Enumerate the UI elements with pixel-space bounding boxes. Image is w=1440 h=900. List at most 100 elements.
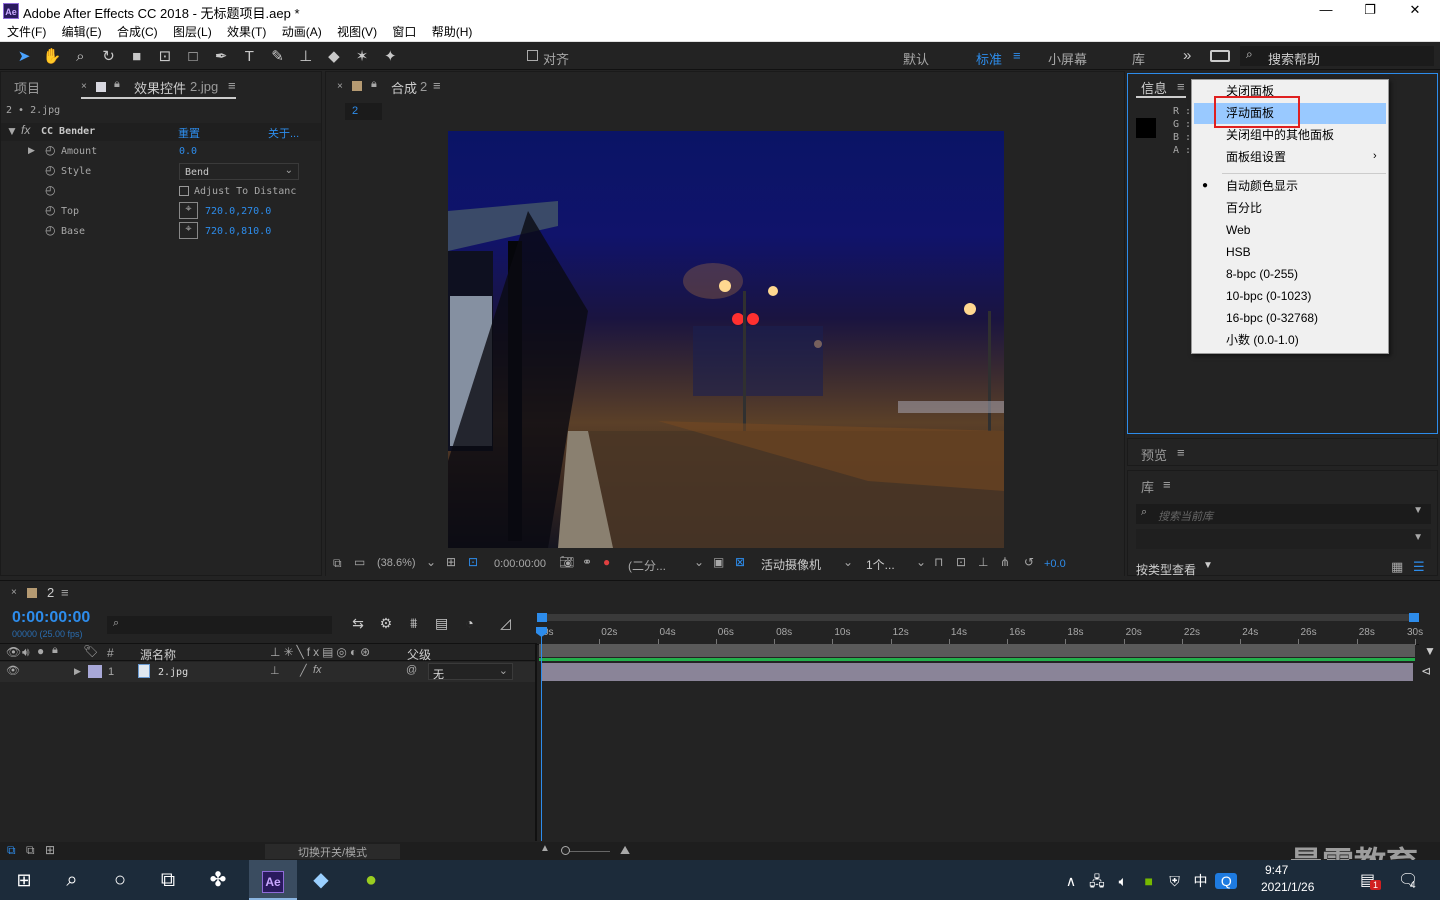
cortana-icon[interactable]: ○ [96, 860, 144, 900]
list-view-icon[interactable]: ☰ [1413, 559, 1425, 575]
workspace-menu-icon[interactable]: ≡ [1013, 48, 1021, 63]
menu-item-percent[interactable]: 百分比 [1194, 198, 1386, 219]
workspace-standard[interactable]: 标准 [976, 49, 1002, 68]
parent-dropdown[interactable]: 无 ⌄ [428, 663, 513, 681]
menu-item-auto-color[interactable]: 自动颜色显示 [1194, 176, 1386, 197]
tab-library[interactable]: 库 [1141, 477, 1154, 496]
navigator-start-handle[interactable] [537, 613, 547, 622]
rotate-tool-icon[interactable]: ↻ [97, 47, 121, 65]
camera-view-dropdown[interactable]: 活动摄像机 [761, 556, 821, 573]
draft-3d-icon[interactable]: ⚙ [374, 615, 398, 632]
volume-icon[interactable]: 🔈︎ [1112, 873, 1134, 890]
stopwatch-icon[interactable]: ◴ [45, 143, 55, 157]
composition-viewer-image[interactable] [448, 131, 1004, 548]
close-tab-icon[interactable]: × [337, 81, 343, 92]
lock-icon[interactable]: 🔒︎ [371, 78, 377, 91]
camera-snapshot-icon[interactable]: 📷︎ [559, 555, 574, 569]
app-icon-blue[interactable]: ◆ [297, 860, 345, 900]
expand-arrow-icon[interactable]: ▶ [74, 666, 81, 677]
transparency-grid-icon[interactable]: ▣ [713, 555, 724, 569]
flowchart-icon[interactable]: ⋔ [1000, 555, 1010, 569]
tab-composition[interactable]: 合成 [391, 78, 417, 97]
views-dropdown[interactable]: 1个... [866, 556, 895, 573]
menu-item-decimal[interactable]: 小数 (0.0-1.0) [1194, 330, 1386, 351]
stopwatch-icon[interactable]: ◴ [45, 163, 55, 177]
pen-tool-icon[interactable]: ✒ [209, 47, 233, 65]
label-icon[interactable]: 🏷︎ [83, 644, 98, 658]
toggle-switches-modes[interactable]: 切换开关/模式 [265, 844, 400, 859]
puppet-pin-tool-icon[interactable]: ✦ [378, 47, 402, 65]
zoom-out-icon[interactable]: ▲ [540, 843, 550, 854]
reset-exposure-icon[interactable]: ↺ [1024, 555, 1034, 569]
time-navigator[interactable] [537, 613, 1419, 622]
fit-icon[interactable]: ⊞ [446, 555, 456, 569]
snapshot-icon[interactable]: ⧉ [333, 556, 342, 571]
menu-item-8bpc[interactable]: 8-bpc (0-255) [1194, 264, 1386, 285]
menu-window[interactable]: 窗口 [392, 25, 416, 39]
menu-edit[interactable]: 编辑(E) [62, 25, 102, 39]
layer-name[interactable]: 2.jpg [158, 667, 188, 678]
fx-switch-icon[interactable]: fx [313, 664, 322, 676]
eye-icon[interactable]: 👁︎ [6, 664, 20, 677]
tab-effect-controls[interactable]: 效果控件 [134, 78, 186, 97]
frame-blending-icon[interactable]: ▤ [430, 615, 454, 632]
resolution-dropdown[interactable]: (二分... [628, 557, 666, 574]
menu-item-10bpc[interactable]: 10-bpc (0-1023) [1194, 286, 1386, 307]
menu-composition[interactable]: 合成(C) [117, 25, 158, 39]
style-dropdown[interactable]: Bend ⌄ [179, 163, 299, 180]
panel-menu-icon[interactable]: ≡ [1177, 445, 1185, 460]
fast-preview-icon[interactable]: ⊠ [735, 555, 745, 569]
clone-stamp-tool-icon[interactable]: ⊥ [294, 47, 318, 65]
brush-tool-icon[interactable]: ✎ [266, 47, 290, 65]
motion-blur-icon[interactable]: ◔ [458, 615, 482, 631]
color-channels-icon[interactable]: ● [603, 555, 610, 569]
grid-view-icon[interactable]: ▦ [1391, 559, 1403, 575]
graph-editor-icon[interactable]: ◿ [485, 615, 525, 632]
col-source-name[interactable]: 源名称 [140, 646, 176, 663]
tab-composition-num[interactable]: 2 [420, 79, 427, 94]
panel-menu-icon[interactable]: ≡ [433, 78, 441, 93]
solo-icon[interactable]: ● [37, 644, 44, 658]
monitor-icon[interactable]: ▭ [354, 555, 365, 569]
menu-file[interactable]: 文件(F) [7, 25, 46, 39]
library-search-input[interactable]: ⌕ 搜索当前库 ▼ [1136, 504, 1431, 524]
rectangle-tool-icon[interactable]: □ [181, 48, 205, 65]
navigator-end-handle[interactable] [1409, 613, 1419, 622]
show-snapshot-icon[interactable]: ⚭ [582, 555, 592, 569]
col-parent[interactable]: 父级 [407, 646, 431, 663]
clock-date[interactable]: 2021/1/26 [1261, 880, 1314, 894]
menu-item-hsb[interactable]: HSB [1194, 242, 1386, 263]
qq-icon[interactable]: Q [1215, 873, 1238, 889]
zoom-in-icon[interactable]: ⛰ [620, 843, 630, 858]
camera-tool-icon[interactable]: ■ [125, 48, 149, 65]
network-icon[interactable]: 🖧 [1086, 871, 1108, 895]
chevron-down-icon[interactable]: ⌄ [694, 555, 704, 569]
stopwatch-icon[interactable]: ◴ [45, 223, 55, 237]
layer-duration-bar[interactable] [541, 663, 1413, 681]
expand-arrow-icon[interactable]: ▼ [6, 124, 18, 138]
param-value[interactable]: 720.0,270.0 [205, 206, 271, 217]
ime-indicator[interactable]: 中 [1189, 871, 1211, 891]
fx-icon[interactable]: fx [21, 123, 30, 137]
menu-item-web[interactable]: Web [1194, 220, 1386, 241]
type-tool-icon[interactable]: T [237, 48, 261, 65]
transfer-controls-icon[interactable]: ⧉ [26, 843, 35, 858]
comp-marker-bin-icon[interactable]: ⊲ [1421, 664, 1431, 678]
caret-down-icon[interactable]: ▼ [1203, 560, 1213, 571]
app-icon-green[interactable]: ● [347, 860, 395, 900]
search-help-box[interactable]: ⌕ 搜索帮助 [1240, 46, 1434, 67]
close-tab-icon[interactable]: × [81, 81, 87, 92]
chevron-down-icon[interactable]: ⌄ [426, 555, 436, 569]
menu-help[interactable]: 帮助(H) [432, 25, 473, 39]
panel-menu-icon[interactable]: ≡ [1177, 79, 1185, 94]
selection-tool-icon[interactable]: ➤ [12, 47, 36, 65]
eraser-tool-icon[interactable]: ◆ [322, 47, 346, 65]
timecode-display[interactable]: 0:00:00:00 [494, 558, 546, 570]
nvidia-icon[interactable]: ■ [1138, 873, 1160, 889]
pickwhip-icon[interactable]: @ [406, 664, 417, 676]
view-by-type-label[interactable]: 按类型查看 [1136, 561, 1196, 578]
hand-tool-icon[interactable]: ✋ [40, 47, 64, 65]
tab-project[interactable]: 项目 [14, 78, 40, 97]
exposure-value[interactable]: +0.0 [1044, 558, 1066, 570]
search-icon[interactable]: ⌕ [48, 860, 96, 900]
